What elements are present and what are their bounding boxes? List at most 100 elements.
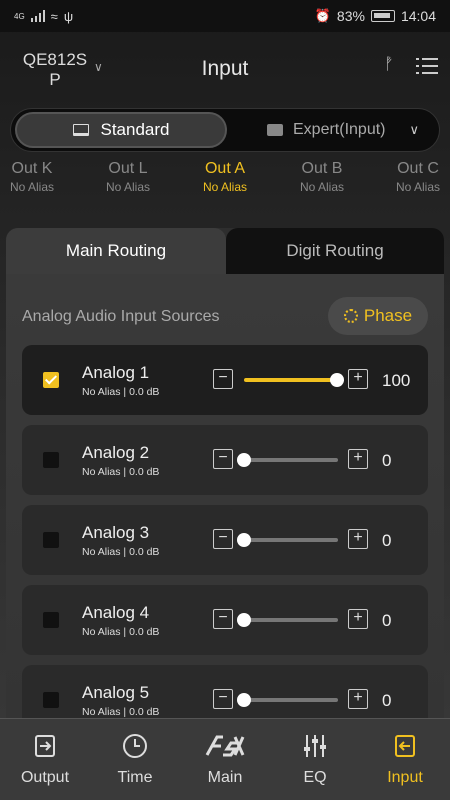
plus-button[interactable]: + (348, 689, 368, 709)
level-value: 100 (382, 371, 411, 390)
nav-time[interactable]: Time (90, 719, 180, 800)
battery-percent: 83% (336, 8, 365, 24)
nav-label: Main (207, 769, 243, 786)
input-name: Analog 4 (82, 603, 150, 622)
plus-button[interactable]: + (348, 369, 368, 389)
mode-expert-label: Expert(Input) (293, 121, 386, 138)
phase-button[interactable]: Phase (328, 297, 428, 335)
nav-eq[interactable]: EQ (270, 719, 360, 800)
minus-button[interactable]: − (213, 609, 233, 629)
plus-button[interactable]: + (348, 449, 368, 469)
input-checkbox[interactable] (43, 692, 59, 708)
clock-icon (123, 734, 147, 758)
slider-thumb[interactable] (237, 453, 251, 467)
nav-output[interactable]: Output (0, 719, 90, 800)
signal-icon (30, 10, 45, 22)
plus-button[interactable]: + (348, 609, 368, 629)
mode-expert-button[interactable]: Expert(Input) ∨ (247, 112, 437, 148)
usb-icon: ψ (63, 8, 74, 24)
out-name: Out C (397, 160, 439, 177)
input-sub: No Alias | 0.0 dB (82, 466, 160, 478)
nav-input[interactable]: Input (360, 719, 450, 800)
minus-button[interactable]: − (213, 529, 233, 549)
laptop-icon (72, 124, 89, 136)
level-slider[interactable] (244, 698, 338, 702)
bottom-nav: Output Time Main EQ Input (0, 718, 450, 800)
level-slider[interactable] (244, 618, 338, 622)
tab-main-routing[interactable]: Main Routing (6, 228, 226, 274)
out-k-tab[interactable]: Out K No Alias (0, 160, 72, 194)
nav-label: EQ (303, 769, 327, 786)
input-checkbox[interactable] (43, 452, 59, 468)
out-name: Out B (301, 160, 343, 177)
out-b-tab[interactable]: Out B No Alias (282, 160, 362, 194)
input-name: Analog 5 (82, 683, 150, 702)
status-bar: 4G ≈ ψ ⏰ 83% 14:04 (0, 0, 450, 32)
section-label: Analog Audio Input Sources (22, 308, 220, 325)
equalizer-icon (304, 735, 326, 757)
out-alias: No Alias (202, 180, 248, 194)
mode-standard-label: Standard (100, 120, 170, 139)
input-icon (395, 735, 415, 757)
input-checkbox[interactable] (43, 532, 59, 548)
list-item: Analog 2 No Alias | 0.0 dB − + 0 (22, 425, 428, 495)
slider-thumb[interactable] (237, 693, 251, 707)
input-sub: No Alias | 0.0 dB (82, 706, 160, 718)
clock: 14:04 (400, 8, 436, 24)
list-item: Analog 4 No Alias | 0.0 dB − + 0 (22, 585, 428, 655)
out-alias: No Alias (299, 180, 345, 194)
input-sub: No Alias | 0.0 dB (82, 386, 160, 398)
page-title: Input (201, 57, 249, 80)
out-alias: No Alias (105, 180, 151, 194)
out-c-tab[interactable]: Out C No Alias (378, 160, 450, 194)
level-value: 0 (382, 611, 392, 630)
brand-logo-icon (205, 735, 245, 757)
out-alias: No Alias (9, 180, 55, 194)
alarm-icon: ⏰ (314, 8, 331, 23)
input-checkbox[interactable] (43, 372, 59, 388)
tab-digit-routing[interactable]: Digit Routing (226, 228, 444, 274)
nav-label: Input (387, 769, 423, 786)
input-name: Analog 3 (82, 523, 150, 542)
nav-main[interactable]: Main (180, 719, 270, 800)
mode-toggle: Standard Expert(Input) ∨ (10, 108, 440, 152)
list-item: Analog 1 No Alias | 0.0 dB − + 100 (22, 345, 428, 415)
list-item: Analog 3 No Alias | 0.0 dB − + 0 (22, 505, 428, 575)
nav-label: Output (20, 769, 70, 786)
nav-label: Time (117, 769, 153, 786)
mode-standard-button[interactable]: Standard (15, 112, 227, 148)
minus-button[interactable]: − (213, 689, 233, 709)
level-slider[interactable] (244, 538, 338, 542)
out-name: Out A (204, 160, 246, 177)
output-channel-selector: Out K No Alias Out L No Alias Out A No A… (0, 160, 450, 202)
level-slider[interactable] (244, 378, 338, 382)
header: QE812S P ∨ Input ᚡ (0, 40, 450, 100)
device-icon (267, 124, 283, 136)
input-checkbox[interactable] (43, 612, 59, 628)
minus-button[interactable]: − (213, 449, 233, 469)
minus-button[interactable]: − (213, 369, 233, 389)
out-alias: No Alias (395, 180, 441, 194)
wifi-icon: ≈ (50, 8, 58, 24)
bluetooth-icon[interactable]: ᚡ (384, 56, 394, 74)
input-sub: No Alias | 0.0 dB (82, 546, 160, 558)
input-name: Analog 2 (82, 443, 150, 462)
network-type: 4G (14, 11, 25, 21)
out-l-tab[interactable]: Out L No Alias (88, 160, 168, 194)
level-value: 0 (382, 531, 392, 550)
battery-icon (370, 10, 395, 22)
level-slider[interactable] (244, 458, 338, 462)
out-name: Out K (11, 160, 53, 177)
chevron-down-icon: ∨ (409, 122, 419, 137)
output-icon (35, 735, 55, 757)
level-value: 0 (382, 451, 392, 470)
slider-thumb[interactable] (237, 613, 251, 627)
level-value: 0 (382, 691, 392, 710)
menu-icon[interactable] (416, 58, 438, 76)
out-name: Out L (108, 160, 148, 177)
slider-thumb[interactable] (237, 533, 251, 547)
phase-label: Phase (363, 306, 413, 325)
slider-thumb[interactable] (330, 373, 344, 387)
out-a-tab[interactable]: Out A No Alias (185, 160, 265, 194)
plus-button[interactable]: + (348, 529, 368, 549)
